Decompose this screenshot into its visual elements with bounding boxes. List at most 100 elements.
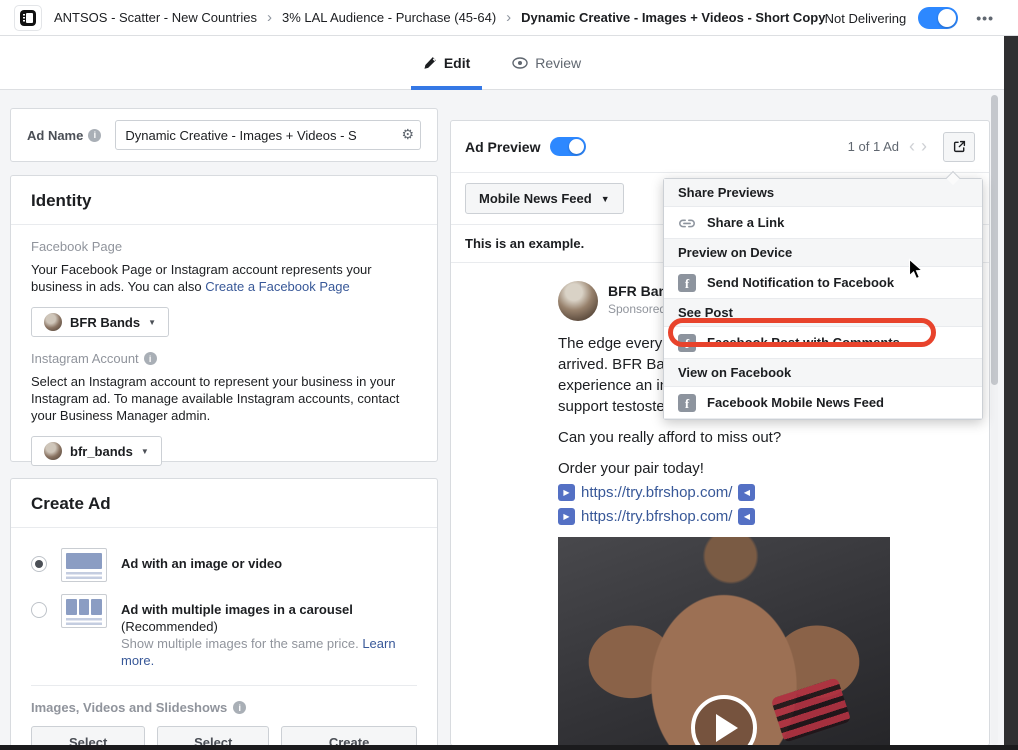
window-edge-bottom xyxy=(0,745,1018,750)
page-avatar[interactable] xyxy=(558,281,598,321)
scrollbar-thumb[interactable] xyxy=(991,95,998,385)
gear-icon[interactable]: ⚙ xyxy=(401,126,414,143)
identity-body: Facebook Page Your Facebook Page or Inst… xyxy=(11,225,437,494)
more-options-icon[interactable]: ••• xyxy=(976,10,994,26)
breadcrumb-campaign[interactable]: ANTSOS - Scatter - New Countries xyxy=(54,10,257,25)
option-carousel-note: (Recommended) xyxy=(121,619,218,634)
breadcrumb-ad[interactable]: Dynamic Creative - Images + Videos - Sho… xyxy=(521,10,825,25)
menu-section-see-post: See Post xyxy=(664,299,982,327)
ad-preview-header-right: 1 of 1 Ad ‹› xyxy=(848,132,975,162)
instagram-account-selector[interactable]: bfr_bands ▼ xyxy=(31,436,162,466)
option-carousel-text: Ad with multiple images in a carousel xyxy=(121,602,353,617)
create-ad-body: Ad with an image or video Ad with multip… xyxy=(11,528,437,750)
format-selector[interactable]: Mobile News Feed ▼ xyxy=(465,183,624,214)
post-link[interactable]: https://try.bfrshop.com/ xyxy=(581,482,732,503)
facebook-page-selector[interactable]: BFR Bands ▼ xyxy=(31,307,169,337)
chevron-down-icon: ▼ xyxy=(601,194,610,204)
facebook-page-label-text: Facebook Page xyxy=(31,239,122,254)
menu-item-label: Facebook Post with Comments xyxy=(707,335,900,350)
radio-carousel[interactable] xyxy=(31,602,47,618)
ad-name-label: Ad Name i xyxy=(27,128,101,143)
identity-title: Identity xyxy=(11,176,437,225)
ads-manager-logo[interactable] xyxy=(14,5,42,31)
post-cta: Order your pair today! xyxy=(558,458,878,479)
ad-preview-toggle[interactable] xyxy=(550,137,586,156)
play-forward-icon: ▶ xyxy=(558,484,575,501)
post-url-line: ▶ https://try.bfrshop.com/ ◀ xyxy=(558,506,878,527)
facebook-icon: f xyxy=(678,334,696,352)
eye-icon xyxy=(512,57,528,69)
tab-review[interactable]: Review xyxy=(500,36,593,90)
play-back-icon: ◀ xyxy=(738,508,755,525)
link-icon xyxy=(678,216,696,230)
ad-preview-title: Ad Preview xyxy=(465,139,540,155)
instagram-account-label: Instagram Account i xyxy=(31,351,417,366)
menu-item-share-a-link[interactable]: Share a Link xyxy=(664,207,982,239)
tab-edit[interactable]: Edit xyxy=(411,36,482,90)
post-url-line: ▶ https://try.bfrshop.com/ ◀ xyxy=(558,482,878,503)
info-icon[interactable]: i xyxy=(88,129,101,142)
menu-item-facebook-post-with-comments[interactable]: f Facebook Post with Comments xyxy=(664,327,982,359)
share-preview-menu: Share Previews Share a Link Preview on D… xyxy=(663,178,983,420)
option-carousel-row: Ad with multiple images in a carousel (R… xyxy=(31,588,417,675)
single-image-icon xyxy=(61,548,107,582)
carousel-icon xyxy=(61,594,107,628)
info-icon[interactable]: i xyxy=(144,352,157,365)
ad-video-thumbnail[interactable] xyxy=(558,537,890,746)
divider xyxy=(31,685,417,686)
post-question: Can you really afford to miss out? xyxy=(558,427,878,448)
pager-prev-next-icons[interactable]: ‹› xyxy=(909,136,933,157)
topbar-right-controls: Not Delivering ••• xyxy=(825,0,994,36)
share-preview-button[interactable] xyxy=(943,132,975,162)
ad-name-input-wrap: ⚙ xyxy=(115,120,421,150)
format-selector-label: Mobile News Feed xyxy=(479,191,592,206)
identity-card: Identity Facebook Page Your Facebook Pag… xyxy=(10,175,438,462)
tab-bar: Edit Review xyxy=(0,36,1004,90)
page-avatar xyxy=(44,313,62,331)
chevron-down-icon: ▼ xyxy=(148,318,156,327)
info-icon[interactable]: i xyxy=(233,701,246,714)
ads-manager-edit-screen: ANTSOS - Scatter - New Countries › 3% LA… xyxy=(0,0,1018,750)
post-header-text: BFR Ban Sponsored xyxy=(608,281,667,316)
ad-name-card: Ad Name i ⚙ xyxy=(10,108,438,162)
ad-active-toggle[interactable] xyxy=(918,7,958,29)
instagram-description: Select an Instagram account to represent… xyxy=(31,373,417,424)
menu-section-view-on-facebook: View on Facebook xyxy=(664,359,982,387)
instagram-account-label-text: Instagram Account xyxy=(31,351,139,366)
media-section-label: Images, Videos and Slideshows i xyxy=(31,700,417,715)
bfr-band-graphic xyxy=(771,677,852,742)
menu-item-label: Facebook Mobile News Feed xyxy=(707,395,884,410)
create-facebook-page-link[interactable]: Create a Facebook Page xyxy=(205,279,350,294)
facebook-icon: f xyxy=(678,394,696,412)
ad-pager: 1 of 1 Ad xyxy=(848,139,899,154)
tab-review-label: Review xyxy=(535,55,581,71)
facebook-page-selector-label: BFR Bands xyxy=(70,315,140,330)
play-forward-icon: ▶ xyxy=(558,508,575,525)
option-carousel-label: Ad with multiple images in a carousel (R… xyxy=(121,594,417,669)
ad-name-input[interactable] xyxy=(115,120,421,150)
chevron-right-icon: › xyxy=(506,9,511,26)
option-single-media-text: Ad with an image or video xyxy=(121,556,282,571)
top-bar: ANTSOS - Scatter - New Countries › 3% LA… xyxy=(0,0,1018,36)
chevron-right-icon: › xyxy=(267,9,272,26)
facebook-page-label: Facebook Page xyxy=(31,239,417,254)
menu-item-facebook-mobile-news-feed[interactable]: f Facebook Mobile News Feed xyxy=(664,387,982,419)
option-single-media-row: Ad with an image or video xyxy=(31,542,417,588)
media-section-label-text: Images, Videos and Slideshows xyxy=(31,700,227,715)
menu-item-label: Share a Link xyxy=(707,215,784,230)
video-play-button[interactable] xyxy=(691,695,757,746)
chevron-down-icon: ▼ xyxy=(141,447,149,456)
facebook-page-description: Your Facebook Page or Instagram account … xyxy=(31,261,417,295)
post-link[interactable]: https://try.bfrshop.com/ xyxy=(581,506,732,527)
pencil-icon xyxy=(423,56,437,70)
window-edge-right xyxy=(1004,36,1018,750)
facebook-icon: f xyxy=(678,274,696,292)
menu-item-send-notification[interactable]: f Send Notification to Facebook xyxy=(664,267,982,299)
post-sponsored-label: Sponsored xyxy=(608,302,667,316)
radio-single-media[interactable] xyxy=(31,556,47,572)
instagram-account-selector-label: bfr_bands xyxy=(70,444,133,459)
breadcrumb-adset[interactable]: 3% LAL Audience - Purchase (45-64) xyxy=(282,10,496,25)
menu-item-label: Send Notification to Facebook xyxy=(707,275,894,290)
post-page-name[interactable]: BFR Ban xyxy=(608,281,667,299)
tab-edit-label: Edit xyxy=(444,55,470,71)
